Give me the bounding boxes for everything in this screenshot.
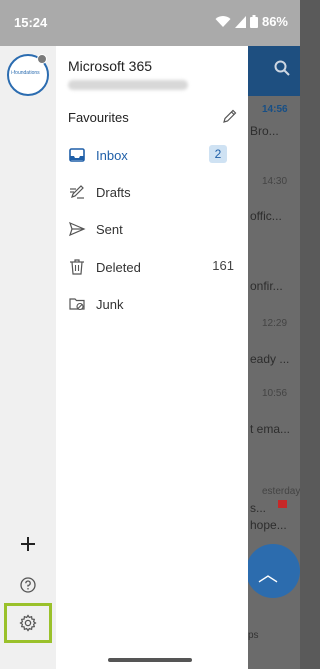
mail-topbar (248, 46, 300, 96)
mail-snippet: t ema... (250, 422, 291, 436)
mail-time: esterday (262, 486, 300, 497)
search-icon (274, 60, 290, 76)
mail-snippet: eady ... (250, 352, 290, 366)
bottom-nav-label: ps (248, 630, 259, 641)
add-account-button[interactable] (0, 526, 56, 562)
folder-label: Drafts (96, 185, 131, 200)
folder-label: Deleted (96, 260, 141, 275)
mail-snippet: s... (250, 501, 267, 515)
mail-time: 14:56 (262, 104, 288, 115)
edit-pencil-icon[interactable] (222, 108, 238, 124)
help-button[interactable] (0, 570, 56, 600)
folder-count: 161 (212, 258, 234, 273)
folder-inbox[interactable]: Inbox 2 (56, 138, 248, 172)
status-icons: 86% (215, 14, 288, 29)
settings-button[interactable] (4, 603, 52, 643)
folder-drawer: Microsoft 365 Favourites Inbox 2 Drafts … (56, 46, 248, 669)
presence-dot (37, 54, 47, 64)
folder-sent[interactable]: Sent (56, 212, 248, 246)
folder-deleted[interactable]: Deleted 161 (56, 250, 248, 284)
folder-label: Sent (96, 222, 123, 237)
mail-snippet: onfir... (250, 279, 283, 293)
folder-junk[interactable]: Junk (56, 287, 248, 321)
battery-icon (249, 15, 258, 28)
favourites-heading: Favourites (68, 110, 129, 125)
folder-label: Inbox (96, 148, 128, 163)
unread-badge: 2 (209, 145, 227, 163)
folder-drafts[interactable]: Drafts (56, 175, 248, 209)
mail-snippet: offic... (250, 209, 282, 223)
background-mail-list: 14:56 Bro... 14:30 offic... onfir... 12:… (248, 46, 300, 669)
home-indicator[interactable] (108, 658, 192, 662)
flag-icon (278, 500, 287, 508)
status-bar: 15:24 86% (0, 0, 300, 46)
drafts-icon (70, 185, 84, 199)
mail-snippet: Bro... (250, 124, 279, 138)
mail-time: 10:56 (262, 388, 288, 399)
mail-time: 12:29 (262, 318, 288, 329)
gear-icon (19, 614, 37, 632)
mail-time: 14:30 (262, 176, 288, 187)
trash-icon (70, 259, 84, 275)
plus-icon (21, 537, 35, 551)
signal-icon (234, 15, 246, 28)
battery-percent: 86% (261, 14, 288, 29)
compose-button[interactable]: ︿ (248, 544, 300, 598)
status-time: 15:24 (14, 15, 48, 30)
account-email-redacted (68, 80, 188, 90)
wifi-icon (215, 15, 231, 27)
avatar-logo-text: i-foundations (11, 70, 40, 76)
account-title: Microsoft 365 (68, 58, 153, 74)
chevron-up-icon: ︿ (258, 564, 278, 586)
account-rail: i-foundations (0, 46, 56, 669)
inbox-icon (69, 148, 85, 162)
mail-snippet: hope... (250, 518, 287, 532)
help-icon (20, 577, 36, 593)
junk-folder-icon (69, 298, 85, 311)
folder-label: Junk (96, 297, 124, 312)
send-icon (69, 221, 86, 237)
